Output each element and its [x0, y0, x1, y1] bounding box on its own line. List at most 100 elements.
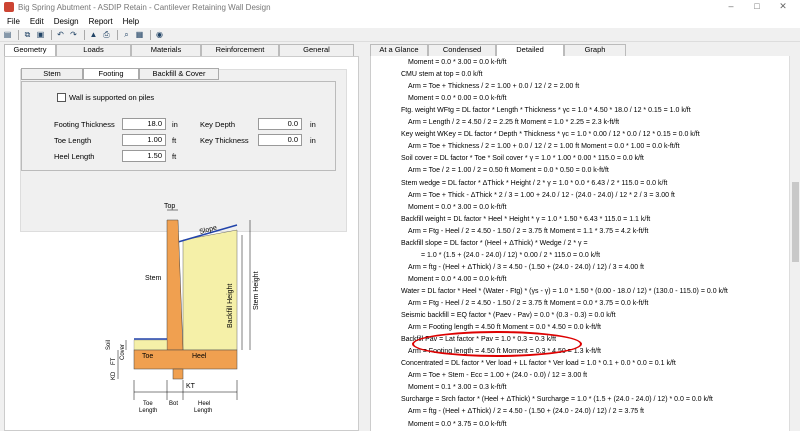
heel-label: Heel [192, 353, 207, 360]
menu-file[interactable]: File [7, 17, 20, 26]
kd-label: KD [111, 371, 117, 380]
subtab-backfill-cover[interactable]: Backfill & Cover [139, 68, 219, 80]
ft-label: FT [111, 357, 117, 365]
report-line: Soil cover = DL factor * Toe * Soil cove… [401, 155, 644, 163]
tab-materials[interactable]: Materials [131, 44, 201, 56]
tab-condensed[interactable]: Condensed [428, 44, 496, 56]
report-line: Arm = Toe / 2 = 1.00 / 2 = 0.50 ft Momen… [408, 167, 609, 175]
geometry-subtabs: Stem Footing Backfill & Cover [21, 68, 219, 80]
report-line: Seismic backfill = EQ factor * (Paev - P… [401, 312, 616, 320]
report-line: Moment = 0.0 * 0.00 = 0.0 k-ft/ft [408, 95, 507, 103]
report-line: Arm = ftg - (Heel + ΔThick) / 3 = 4.50 -… [408, 263, 644, 271]
key-depth-label: Key Depth [200, 120, 236, 129]
key-depth-field[interactable]: 0.0 [258, 118, 302, 130]
input-tabs: Geometry Loads Materials Reinforcement G… [4, 44, 354, 57]
menu-bar: File Edit Design Report Help [0, 14, 800, 28]
subtab-footing[interactable]: Footing [83, 68, 139, 80]
report-line: Water = DL factor * Heel * (Water - Ftg)… [401, 287, 728, 295]
heel-length-unit: ft [172, 152, 177, 161]
print-icon[interactable]: ⎙ [101, 30, 112, 40]
stem-height-label: Stem Height [253, 271, 260, 310]
report-line: Concentrated = DL factor * Ver load + LL… [401, 360, 676, 368]
tab-loads[interactable]: Loads [56, 44, 131, 56]
soil-label: Soil [106, 340, 112, 350]
stem-label: Stem [145, 275, 162, 282]
report-tabs: At a Glance Condensed Detailed Graph [370, 44, 626, 57]
report-line: Arm = Toe + Thickness / 2 = 1.00 + 0.0 /… [408, 143, 680, 151]
report-line: Backfill slope = DL factor * (Heel + ΔTh… [401, 239, 588, 247]
key-thickness-field[interactable]: 0.0 [258, 134, 302, 146]
subtab-stem[interactable]: Stem [21, 68, 83, 80]
help-icon[interactable]: ◉ [154, 30, 165, 40]
heel-length-field[interactable]: 1.50 [122, 150, 166, 162]
save-icon[interactable]: ▤ [2, 30, 13, 40]
key-thickness-unit: in [310, 136, 316, 145]
report-line: Moment = 0.0 * 4.00 = 0.0 k-ft/ft [408, 275, 507, 283]
paste-icon[interactable]: ▣ [35, 30, 46, 40]
toe-length-unit: ft [172, 136, 177, 145]
report-line: Stem wedge = DL factor * ΔThick * Height… [401, 179, 668, 187]
report-line: Arm = Toe + Thickness / 2 = 1.00 + 0.0 /… [408, 83, 580, 91]
copy-icon[interactable]: ⧉ [22, 30, 33, 40]
detailed-report: Moment = 0.0 * 3.00 = 0.0 k-ft/ft CMU ste… [370, 56, 790, 431]
redo-icon[interactable]: ↷ [68, 30, 79, 40]
app-icon [4, 2, 14, 12]
piles-checkbox[interactable] [57, 93, 66, 102]
heel-length-label-bottom: Length [194, 408, 212, 414]
toe-label: Toe [142, 353, 153, 360]
close-button[interactable]: ✕ [770, 0, 796, 12]
heel-length-label-top: Heel [198, 401, 210, 407]
toolbar-separator [51, 29, 52, 40]
backfill-height-label: Backfill Height [227, 284, 234, 328]
report-line: Moment = 0.0 * 3.75 = 0.0 k-ft/ft [408, 420, 507, 428]
toolbar-separator [117, 29, 118, 40]
tab-graph[interactable]: Graph [564, 44, 626, 56]
report-line: Arm = Ftg - Heel / 2 = 4.50 - 1.50 / 2 =… [408, 300, 649, 307]
footing-thickness-field[interactable]: 18.0 [122, 118, 166, 130]
toe-soil [133, 339, 168, 351]
toolbar-separator [150, 29, 151, 40]
design-icon[interactable]: ▲ [88, 30, 99, 40]
menu-edit[interactable]: Edit [30, 17, 44, 26]
key-thickness-label: Key Thickness [200, 136, 249, 145]
zoom-icon[interactable]: ▦ [134, 30, 145, 40]
toe-length-label-top: Toe [143, 401, 153, 407]
report-line: Arm = Footing length = 4.50 ft Moment = … [408, 324, 601, 332]
preview-icon[interactable]: ⌕ [121, 30, 132, 40]
footing-thickness-label: Footing Thickness [54, 120, 115, 129]
report-line: CMU stem at top = 0.0 k/ft [401, 71, 483, 79]
kt-label: KT [186, 383, 196, 390]
report-scrollbar[interactable] [789, 56, 800, 431]
report-line: Ftg. weight WFtg = DL factor * Length * … [401, 107, 691, 115]
tab-general[interactable]: General [279, 44, 354, 56]
maximize-button[interactable]: □ [744, 0, 770, 12]
stem-shape [166, 219, 184, 351]
heel-length-label: Heel Length [54, 152, 95, 161]
menu-report[interactable]: Report [89, 17, 113, 26]
key-depth-unit: in [310, 120, 316, 129]
undo-icon[interactable]: ↶ [55, 30, 66, 40]
window-title: Big Spring Abutment - ASDIP Retain - Can… [18, 2, 271, 12]
toolbar-separator [18, 29, 19, 40]
footing-thickness-unit: in [172, 120, 178, 129]
toolbar: ▤ ⧉ ▣ ↶ ↷ ▲ ⎙ ⌕ ▦ ◉ [0, 28, 800, 42]
report-line: Moment = 0.0 * 3.00 = 0.0 k-ft/ft [408, 203, 507, 211]
scrollbar-thumb[interactable] [792, 182, 799, 262]
minimize-button[interactable]: – [718, 0, 744, 12]
tab-at-a-glance[interactable]: At a Glance [370, 44, 428, 56]
key-shape [172, 368, 184, 380]
toe-length-field[interactable]: 1.00 [122, 134, 166, 146]
title-bar: Big Spring Abutment - ASDIP Retain - Can… [0, 0, 800, 14]
piles-label: Wall is supported on piles [69, 93, 155, 102]
report-line: Moment = 0.1 * 3.00 = 0.3 k-ft/ft [408, 384, 507, 392]
report-line: Arm = Length / 2 = 4.50 / 2 = 2.25 ft Mo… [408, 119, 620, 127]
top-label: Top [164, 203, 175, 210]
menu-design[interactable]: Design [54, 17, 79, 26]
footing-form: Wall is supported on piles Footing Thick… [21, 81, 336, 171]
menu-help[interactable]: Help [123, 17, 139, 26]
retaining-wall-diagram: Top Slope Stem Stem Height Backfill Heig… [106, 203, 260, 414]
report-line: Key weight WKey = DL factor * Depth * Th… [401, 131, 700, 139]
highlight-ellipse [412, 331, 582, 357]
report-line: Backfill weight = DL factor * Heel * Hei… [401, 215, 651, 223]
tab-reinforcement[interactable]: Reinforcement [201, 44, 279, 56]
